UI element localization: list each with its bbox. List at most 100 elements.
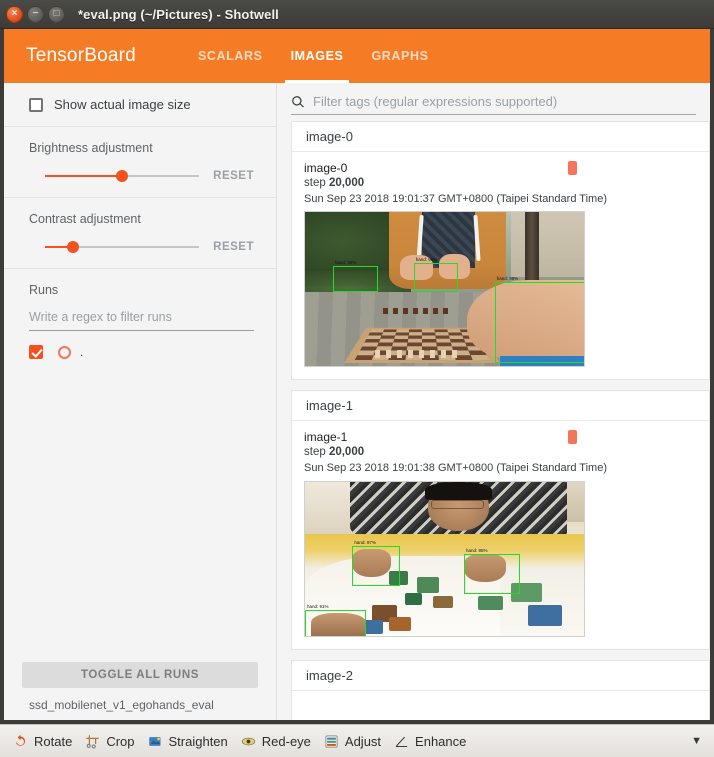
straighten-label: Straighten [168, 733, 228, 749]
enhance-icon [393, 733, 410, 750]
maximize-icon: □ [53, 8, 60, 19]
step-prefix-label: step [304, 177, 329, 189]
adjust-label: Adjust [344, 733, 382, 749]
tag-filter-bar [277, 83, 710, 121]
show-actual-image-size-row[interactable]: Show actual image size [29, 97, 254, 112]
chess-pieces-light [375, 349, 460, 359]
tag-filter-input[interactable] [313, 94, 696, 109]
rotate-button[interactable]: Rotate [8, 731, 80, 752]
contrast-slider-row: RESET [29, 240, 254, 254]
puzzle-piece [477, 595, 504, 610]
window-minimize-button[interactable]: − [27, 5, 44, 23]
minimize-icon: − [32, 8, 39, 19]
detection-box: hand: 95% [464, 548, 520, 595]
brightness-slider[interactable] [45, 169, 200, 183]
image-card-1-header[interactable]: image-1 [292, 391, 709, 422]
crop-button[interactable]: Crop [80, 731, 142, 752]
image-card-2: image-2 [291, 659, 710, 724]
redeye-label: Red-eye [261, 733, 311, 749]
puzzle-piece [416, 577, 439, 593]
toolbar-overflow-button[interactable]: ▼ [691, 735, 702, 747]
show-actual-image-size-checkbox[interactable] [29, 97, 43, 112]
image-card-1-tag: image-1 [304, 430, 348, 445]
image-card-1-preview[interactable]: hand: 97% hand: 95% hand: 91% [304, 480, 585, 637]
image-card-0-body: image-0 step 20,000 Sun Sep 23 2018 19:0… [292, 152, 709, 379]
tensorboard-header: TensorBoard SCALARS IMAGES GRAPHS [4, 29, 710, 83]
contrast-reset-button[interactable]: RESET [213, 241, 254, 253]
adjust-button[interactable]: Adjust [319, 731, 389, 752]
run-color-badge [568, 430, 577, 445]
detection-box: hand: 99% [494, 276, 584, 364]
step-prefix-label: step [304, 446, 329, 459]
tab-graphs[interactable]: GRAPHS [357, 29, 442, 83]
rotate-label: Rotate [34, 733, 73, 749]
tensorboard-body: Show actual image size Brightness adjust… [4, 83, 710, 724]
person-glasses [430, 500, 484, 510]
sidebar: Show actual image size Brightness adjust… [4, 83, 277, 724]
redeye-button[interactable]: Red-eye [236, 731, 319, 752]
tab-scalars[interactable]: SCALARS [184, 29, 277, 83]
person-hair [424, 481, 492, 501]
detection-label: hand: 95% [466, 548, 488, 554]
crop-label: Crop [106, 733, 135, 749]
run-entry[interactable]: . [29, 345, 254, 359]
toggle-all-runs-button[interactable]: TOGGLE ALL RUNS [22, 662, 258, 688]
sidebar-section-runs: Runs . [4, 269, 276, 373]
contrast-slider-thumb[interactable] [66, 241, 79, 253]
image-card-0-step: step 20,000 [304, 176, 695, 192]
detection-box: hand: 98% [332, 260, 378, 293]
brightness-slider-fill [45, 175, 123, 177]
image-card-1-timestamp: Sun Sep 23 2018 19:01:38 GMT+0800 (Taipe… [304, 461, 607, 474]
brightness-slider-thumb[interactable] [116, 170, 129, 182]
image-cards-list: image-0 image-0 step 20,000 Sun Sep 23 2… [277, 121, 710, 724]
puzzle-piece [433, 595, 453, 608]
image-card-1-step: step 20,000 [304, 445, 695, 461]
run-entry-label: . [80, 345, 84, 359]
detection-label: hand: 91% [307, 603, 329, 609]
contrast-slider[interactable] [45, 240, 200, 254]
adjust-icon [323, 733, 340, 750]
enhance-button[interactable]: Enhance [389, 731, 474, 752]
tab-scalars-label: SCALARS [197, 49, 263, 63]
tab-images[interactable]: IMAGES [277, 29, 358, 83]
brightness-title: Brightness adjustment [29, 141, 153, 155]
close-icon: × [11, 8, 18, 19]
image-card-2-header[interactable]: image-2 [292, 660, 709, 691]
image-card-0-timestamp: Sun Sep 23 2018 19:01:37 GMT+0800 (Taipe… [304, 192, 607, 205]
sidebar-footer: TOGGLE ALL RUNS ssd_mobilenet_v1_egohand… [4, 662, 276, 724]
enhance-label: Enhance [415, 733, 467, 749]
run-checkbox[interactable] [29, 345, 43, 359]
runs-filter-input[interactable] [29, 307, 254, 331]
window-close-button[interactable]: × [6, 5, 23, 23]
image-card-0: image-0 image-0 step 20,000 Sun Sep 23 2… [291, 121, 710, 381]
run-color-badge [568, 161, 577, 175]
tag-filter-wrapper[interactable] [291, 89, 696, 115]
contrast-title: Contrast adjustment [29, 212, 141, 226]
shotwell-image-viewport: TensorBoard SCALARS IMAGES GRAPHS Show a… [0, 29, 714, 724]
chess-pieces-dark [383, 308, 454, 315]
image-card-0-header[interactable]: image-0 [292, 122, 709, 152]
crop-icon [84, 733, 101, 750]
tensorboard-logo: TensorBoard [26, 45, 136, 66]
show-actual-image-size-label: Show actual image size [54, 97, 191, 112]
tab-graphs-label: GRAPHS [371, 49, 429, 63]
image-card-1: image-1 image-1 step 20,000 Sun Sep 23 2… [291, 390, 710, 650]
tensorboard-tabs: SCALARS IMAGES GRAPHS [184, 29, 443, 83]
detection-box: hand: 97% [352, 540, 400, 587]
window-title: *eval.png (~/Pictures) - Shotwell [78, 6, 279, 22]
window-titlebar: × − □ *eval.png (~/Pictures) - Shotwell [0, 0, 714, 29]
search-icon [291, 95, 305, 109]
run-color-circle-icon [58, 345, 71, 359]
sidebar-section-brightness: Brightness adjustment RESET [4, 127, 276, 198]
window-maximize-button[interactable]: □ [48, 5, 65, 23]
shotwell-toolbar: Rotate Crop Straighten Red-eye Adjust En… [0, 724, 714, 757]
detection-label: hand: 99% [496, 275, 519, 281]
brightness-reset-button[interactable]: RESET [213, 170, 254, 182]
detection-label: hand: 96% [415, 257, 438, 263]
step-value: 20,000 [328, 446, 365, 459]
detection-label: hand: 97% [354, 540, 376, 546]
straighten-button[interactable]: Straighten [143, 731, 236, 752]
straighten-icon [147, 733, 164, 750]
image-card-0-preview[interactable]: hand: 98% hand: 96% hand: 99% [304, 211, 585, 368]
active-run-name: ssd_mobilenet_v1_egohands_eval [29, 698, 214, 712]
